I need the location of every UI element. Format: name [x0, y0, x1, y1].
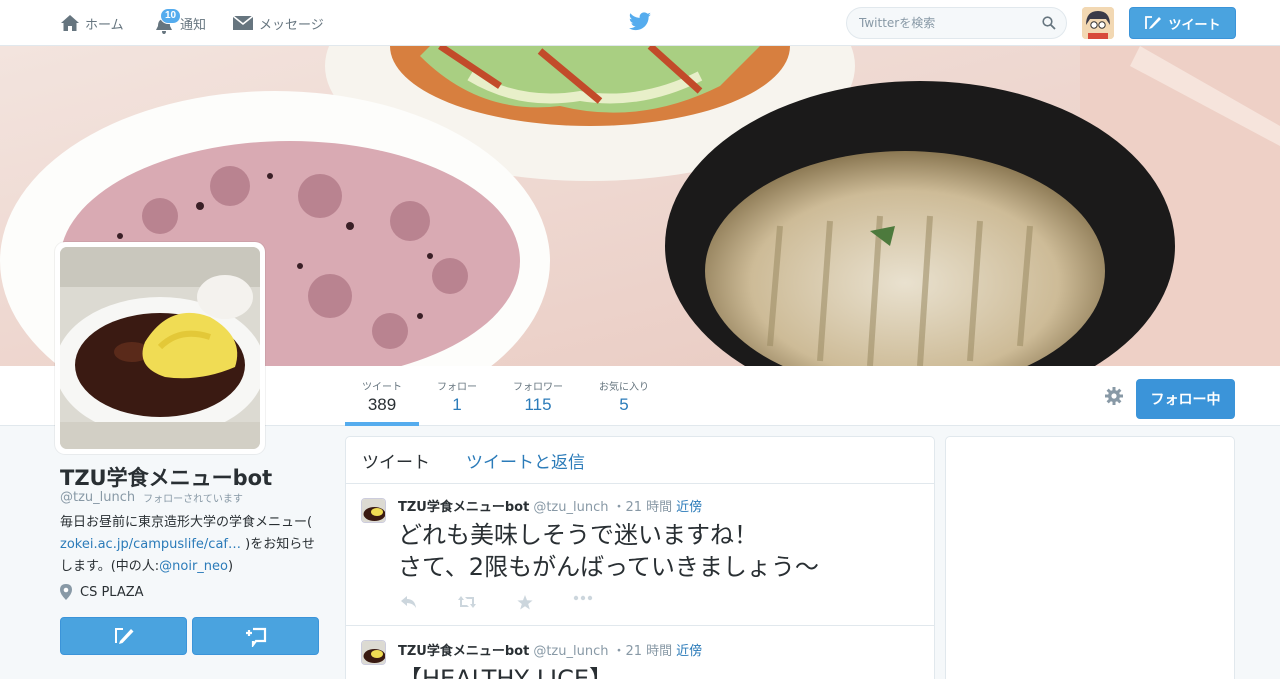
search-box [846, 7, 1067, 39]
tweet-item[interactable]: TZU学食メニューbot @tzu_lunch ・21 時間 近傍 【HEALT… [346, 626, 934, 679]
tweet-header: TZU学食メニューbot @tzu_lunch ・21 時間 近傍 [398, 496, 918, 515]
envelope-icon [232, 15, 254, 30]
bio-text-prefix: 毎日お昼前に東京造形大学の学食メニュー( [60, 515, 313, 530]
user-avatar[interactable] [1082, 7, 1114, 39]
following-button-label: フォロー中 [1150, 392, 1221, 408]
favorite-star-icon[interactable] [514, 595, 536, 610]
stat-followers-value: 115 [524, 395, 552, 414]
twitter-bird-icon[interactable] [628, 12, 652, 32]
tab-tweets-and-replies[interactable]: ツイートと返信 [466, 448, 585, 473]
nav-notifications[interactable]: 10 通知 [155, 0, 206, 46]
tweet-to-button[interactable] [60, 617, 187, 655]
stat-following[interactable]: フォロー 1 [427, 366, 487, 426]
tweet-text: どれも美味しそうで迷いますね！ さて、2限もがんばっていきましょう〜 [398, 519, 918, 583]
profile-bio: 毎日お昼前に東京造形大学の学食メニュー( zokei.ac.jp/campusl… [60, 512, 320, 578]
nav-home-label: ホーム [85, 17, 124, 33]
compose-tweet-button[interactable]: ツイート [1129, 7, 1236, 39]
tweet-author-handle[interactable]: @tzu_lunch [533, 644, 608, 659]
stat-tweets-value: 389 [367, 395, 397, 414]
profile-location-text: CS PLAZA [80, 584, 144, 600]
compose-icon [1145, 16, 1162, 29]
bio-mention[interactable]: @noir_neo [159, 559, 228, 574]
tab-tweets[interactable]: ツイート [362, 448, 430, 473]
tweet-avatar[interactable] [361, 640, 386, 665]
reply-icon[interactable] [398, 595, 420, 610]
profile-avatar[interactable] [55, 242, 265, 454]
nav-home[interactable]: ホーム [60, 0, 124, 46]
bio-text-suffix: ) [228, 559, 234, 574]
following-button[interactable]: フォロー中 [1136, 379, 1235, 419]
bio-link[interactable]: zokei.ac.jp/campuslife/caf… [60, 537, 241, 552]
nav-messages-label: メッセージ [259, 17, 324, 33]
tweet-author-name[interactable]: TZU学食メニューbot [398, 640, 529, 659]
tweet-actions [398, 595, 918, 610]
more-icon[interactable] [572, 595, 594, 610]
search-icon[interactable] [1042, 16, 1056, 30]
tweet-geo[interactable]: 近傍 [676, 496, 702, 515]
stat-followers-label: フォロワー [513, 382, 563, 393]
tweet-item[interactable]: TZU学食メニューbot @tzu_lunch ・21 時間 近傍 どれも美味し… [346, 484, 934, 626]
stat-following-value: 1 [452, 395, 462, 414]
home-icon [61, 15, 79, 31]
direct-message-button[interactable] [192, 617, 319, 655]
stat-followers[interactable]: フォロワー 115 [502, 366, 574, 426]
stat-favorites-label: お気に入り [599, 382, 649, 393]
retweet-icon[interactable] [456, 595, 478, 610]
tweet-text-line: さて、2限もがんばっていきましょう〜 [398, 553, 819, 581]
stat-tweets[interactable]: ツイート 389 [345, 366, 419, 426]
stat-tweets-label: ツイート [362, 382, 402, 393]
profile-handle-line: @tzu_lunch フォローされています [60, 490, 243, 505]
top-navigation: ホーム 10 通知 メッセージ Twitterを検索 ツイート [0, 0, 1280, 46]
notification-count-badge: 10 [160, 8, 182, 24]
tweet-text-line: どれも美味しそうで迷いますね！ [398, 521, 758, 549]
direct-message-icon [245, 627, 266, 647]
tweet-header: TZU学食メニューbot @tzu_lunch ・21 時間 近傍 [398, 640, 918, 659]
gear-icon[interactable] [1104, 386, 1124, 406]
timeline: ツイート ツイートと返信 TZU学食メニューbot @tzu_lunch ・21… [345, 436, 935, 679]
tweet-geo[interactable]: 近傍 [676, 640, 702, 659]
nav-messages[interactable]: メッセージ [232, 0, 324, 46]
timeline-tabs: ツイート ツイートと返信 [346, 437, 934, 484]
tweet-author-handle[interactable]: @tzu_lunch [533, 500, 608, 515]
compose-tweet-label: ツイート [1168, 17, 1221, 33]
stat-favorites[interactable]: お気に入り 5 [588, 366, 660, 426]
stat-favorites-value: 5 [619, 395, 629, 414]
nav-notifications-label: 通知 [180, 17, 207, 33]
profile-handle[interactable]: @tzu_lunch [60, 490, 135, 505]
location-pin-icon [60, 584, 72, 600]
right-sidebar-panel [945, 436, 1235, 679]
tweet-avatar[interactable] [361, 498, 386, 523]
compose-icon [114, 628, 133, 644]
follows-you-label: フォローされています [143, 494, 243, 505]
profile-name: TZU学食メニューbot [60, 466, 273, 490]
tweet-author-name[interactable]: TZU学食メニューbot [398, 496, 529, 515]
tweet-timestamp[interactable]: ・21 時間 [612, 496, 672, 515]
tweet-timestamp[interactable]: ・21 時間 [612, 640, 672, 659]
tweet-text: 【HEALTHY LICE】 [398, 663, 918, 679]
stat-following-label: フォロー [437, 382, 477, 393]
tweet-text-line: 【HEALTHY LICE】 [398, 665, 614, 679]
profile-location: CS PLAZA [60, 584, 144, 600]
search-input[interactable] [859, 16, 1042, 30]
